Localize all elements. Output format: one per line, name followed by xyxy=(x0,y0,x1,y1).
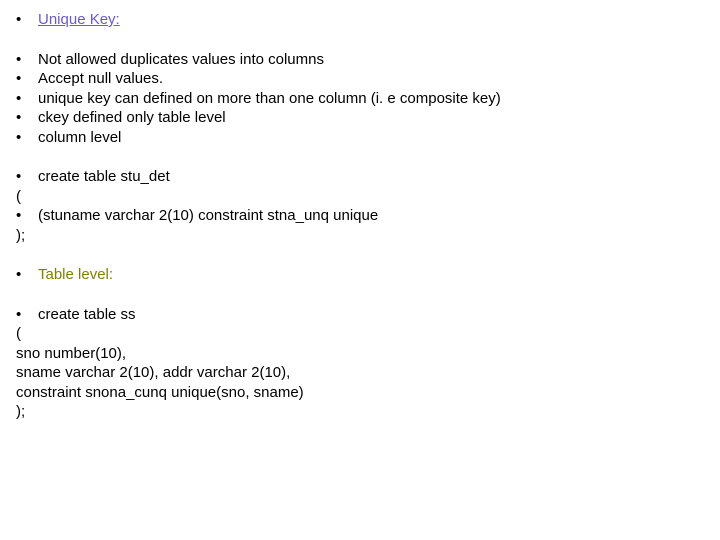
bullet-icon: • xyxy=(14,305,38,325)
paren-close: ); xyxy=(16,227,25,244)
rule-text: Accept null values. xyxy=(38,69,706,89)
code-line: sno number(10), xyxy=(14,344,706,364)
code-line: ); xyxy=(14,402,706,422)
list-item: • Not allowed duplicates values into col… xyxy=(14,50,706,70)
list-item: • ckey defined only table level xyxy=(14,108,706,128)
list-item: • unique key can defined on more than on… xyxy=(14,89,706,109)
list-item: • Accept null values. xyxy=(14,69,706,89)
code-line: • create table ss xyxy=(14,305,706,325)
code-text: (stuname varchar 2(10) constraint stna_u… xyxy=(38,206,706,226)
rule-text: column level xyxy=(38,128,706,148)
sub-heading-text: Table level: xyxy=(38,265,706,285)
code-text: sno number(10), xyxy=(16,345,126,362)
sub-heading-row: • Table level: xyxy=(14,265,706,285)
list-item: • column level xyxy=(14,128,706,148)
code-line: constraint snona_cunq unique(sno, sname) xyxy=(14,383,706,403)
bullet-icon: • xyxy=(14,206,38,226)
rule-text: ckey defined only table level xyxy=(38,108,706,128)
code-line: sname varchar 2(10), addr varchar 2(10), xyxy=(14,363,706,383)
code-text: sname varchar 2(10), addr varchar 2(10), xyxy=(16,364,290,381)
slide-content: • Unique Key: • Not allowed duplicates v… xyxy=(0,0,720,432)
bullet-icon: • xyxy=(14,69,38,89)
bullet-icon: • xyxy=(14,108,38,128)
bullet-icon: • xyxy=(14,265,38,285)
paren-open: ( xyxy=(16,188,21,205)
bullet-icon: • xyxy=(14,128,38,148)
rule-text: Not allowed duplicates values into colum… xyxy=(38,50,706,70)
code-text: constraint snona_cunq unique(sno, sname) xyxy=(16,384,304,401)
bullet-icon: • xyxy=(14,50,38,70)
code-line: • (stuname varchar 2(10) constraint stna… xyxy=(14,206,706,226)
heading-row: • Unique Key: xyxy=(14,10,706,30)
heading-text: Unique Key: xyxy=(38,10,706,30)
bullet-icon: • xyxy=(14,10,38,30)
code-line: • create table stu_det xyxy=(14,167,706,187)
code-text: create table stu_det xyxy=(38,167,706,187)
code-text: create table ss xyxy=(38,305,706,325)
code-line: ); xyxy=(14,226,706,246)
code-line: ( xyxy=(14,187,706,207)
rule-text: unique key can defined on more than one … xyxy=(38,89,706,109)
paren-open: ( xyxy=(16,325,21,342)
paren-close: ); xyxy=(16,403,25,420)
bullet-icon: • xyxy=(14,167,38,187)
code-line: ( xyxy=(14,324,706,344)
bullet-icon: • xyxy=(14,89,38,109)
